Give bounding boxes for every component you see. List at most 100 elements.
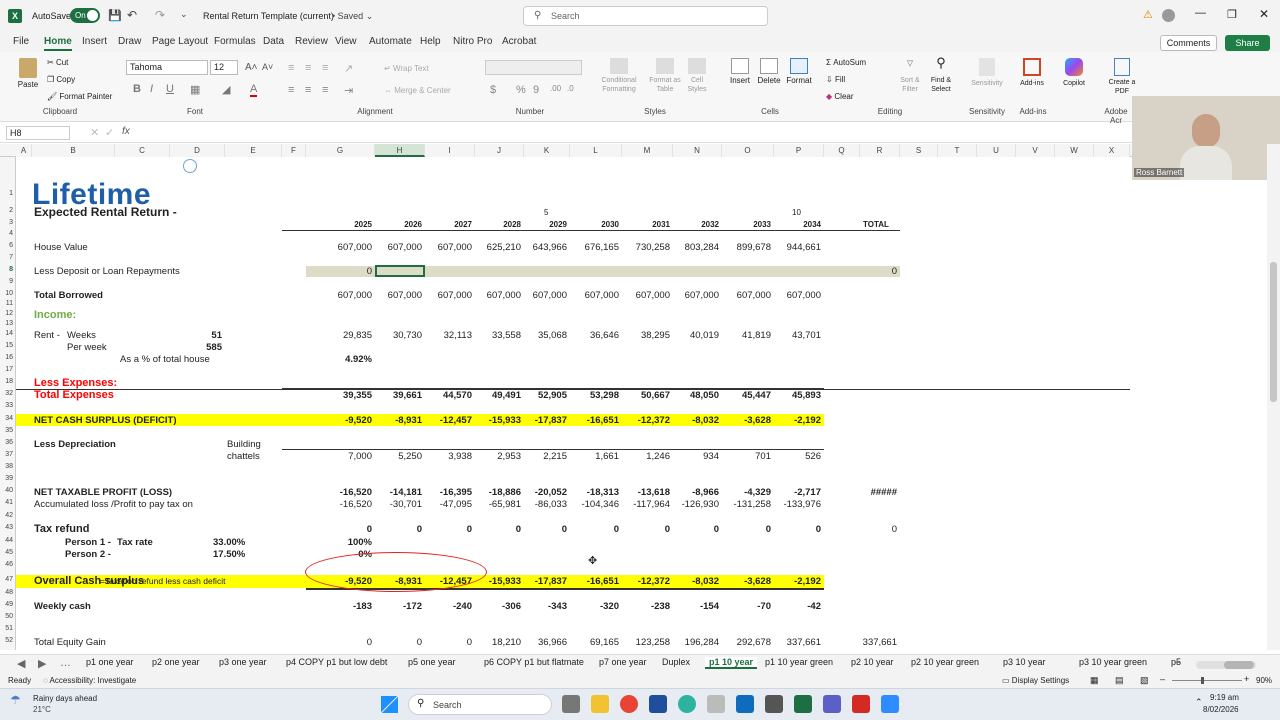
sheet-title[interactable]: Expected Rental Return -	[34, 205, 177, 219]
sensitivity-button[interactable]: Sensitivity	[967, 58, 1007, 87]
insert-cells-button[interactable]: Insert	[726, 58, 754, 85]
tab-view[interactable]: View	[335, 32, 357, 51]
per-week-value[interactable]: 585	[130, 342, 222, 353]
accessibility-status[interactable]: ◌ Accessibility: Investigate	[43, 676, 136, 685]
acrobat-icon[interactable]	[852, 695, 870, 713]
horizontal-scroll-thumb[interactable]	[1224, 661, 1254, 669]
cell-p43[interactable]: 0	[734, 524, 821, 535]
worksheet-grid[interactable]: ABCDEFGHIJKLMNOPQRSTUVWX 1 2 3 4 6 7 8 9 10 11 12 1…	[0, 144, 1266, 650]
depreciation-label[interactable]: Less Depreciation	[34, 439, 116, 450]
rent-label[interactable]: Rent -	[34, 330, 60, 341]
cell-p40[interactable]: -2,717	[734, 487, 821, 498]
indent-icon[interactable]: ⇥	[344, 84, 353, 97]
cell-p41[interactable]: -133,976	[734, 499, 821, 510]
pct-house-label[interactable]: As a % of total house	[120, 354, 210, 365]
tab-automate[interactable]: Automate	[369, 32, 412, 51]
name-box[interactable]: H8	[6, 126, 70, 140]
increase-font-icon[interactable]: A˄	[245, 62, 258, 73]
comments-button[interactable]: Comments	[1160, 35, 1217, 51]
cell-p37[interactable]: 526	[734, 451, 821, 462]
taskbar-search[interactable]: ⚲ Search	[408, 694, 552, 715]
net-cash-label[interactable]: NET CASH SURPLUS (DEFICIT)	[34, 415, 177, 426]
chrome-icon[interactable]	[620, 695, 638, 713]
restore-icon[interactable]: ❐	[1227, 8, 1237, 21]
wrap-text-button[interactable]: ↵ Wrap Text	[384, 64, 429, 73]
tab-file[interactable]: File	[13, 32, 29, 51]
year-header-p[interactable]: 2034	[734, 219, 821, 230]
decrease-font-icon[interactable]: A˅	[262, 62, 273, 72]
cell-p34[interactable]: -2,192	[734, 415, 821, 426]
equity-label[interactable]: Total Equity Gain	[34, 637, 106, 648]
task-view-icon[interactable]	[562, 695, 580, 713]
sheet-tab[interactable]: p4 COPY p1 but low debt	[282, 657, 391, 667]
tab-draw[interactable]: Draw	[118, 32, 141, 51]
zoom-slider-thumb[interactable]	[1201, 677, 1204, 684]
horizontal-scrollbar[interactable]	[1196, 661, 1256, 669]
conditional-formatting-button[interactable]: Conditional Formatting	[594, 58, 644, 94]
page-layout-view-icon[interactable]: ▤	[1115, 675, 1124, 686]
cells-area[interactable]: Lifetime Expected Rental Return -5 10 2025 2…	[0, 144, 1266, 650]
sheet-tab[interactable]: p1 one year	[82, 657, 138, 667]
total-borrowed-label[interactable]: Total Borrowed	[34, 290, 103, 301]
person1-share[interactable]: 100%	[266, 537, 372, 548]
person2-label[interactable]: Person 2 -	[65, 549, 111, 560]
confirm-entry-icon[interactable]: ✓	[105, 126, 114, 139]
normal-view-icon[interactable]: ▦	[1090, 675, 1099, 686]
font-color-icon[interactable]: A	[250, 83, 258, 97]
warning-icon[interactable]: ⚠	[1143, 8, 1153, 21]
cut-button[interactable]: ✂ Cut	[47, 58, 68, 67]
clear-button[interactable]: ◆ Clear	[826, 92, 854, 101]
sheet-tab[interactable]: p2 one year	[148, 657, 204, 667]
tab-formulas[interactable]: Formulas	[214, 32, 256, 51]
close-icon[interactable]: ✕	[1259, 7, 1269, 21]
display-settings-button[interactable]: ▭ Display Settings	[1002, 676, 1069, 685]
fill-button[interactable]: ⇩ Fill	[826, 75, 845, 84]
format-as-table-button[interactable]: Format as Table	[645, 58, 685, 94]
cell-p32[interactable]: 45,893	[734, 390, 821, 401]
cell-r52[interactable]: 337,661	[820, 637, 897, 648]
tab-acrobat[interactable]: Acrobat	[502, 32, 536, 51]
more-sheets-icon[interactable]: …	[60, 657, 71, 669]
tax-rate-label[interactable]: Tax rate	[117, 537, 153, 548]
active-cell-h8[interactable]	[375, 265, 425, 277]
merge-center-button[interactable]: ⇔ Merge & Center	[384, 86, 451, 95]
cell-styles-button[interactable]: Cell Styles	[682, 58, 712, 94]
align-right-icon[interactable]: ≡	[322, 84, 328, 96]
tab-page-layout[interactable]: Page Layout	[152, 32, 208, 51]
vertical-scroll-thumb[interactable]	[1270, 262, 1277, 402]
minimize-icon[interactable]: —	[1195, 7, 1206, 19]
align-center-icon[interactable]: ≡	[305, 84, 311, 96]
copy-button[interactable]: ❐ Copy	[47, 75, 75, 84]
clock-date[interactable]: 8/02/2026	[1203, 705, 1239, 714]
cell-r8[interactable]: 0	[820, 266, 897, 277]
saved-status[interactable]: • Saved ⌄	[332, 11, 373, 22]
addins-button[interactable]: Add-ins	[1014, 58, 1050, 87]
zoom-out-icon[interactable]: –	[1160, 674, 1165, 684]
total-expenses-label[interactable]: Total Expenses	[34, 389, 114, 401]
align-left-icon[interactable]: ≡	[288, 84, 294, 96]
cancel-entry-icon[interactable]: ✕	[90, 126, 99, 139]
zoom-slider[interactable]	[1172, 677, 1242, 684]
qat-customize-icon[interactable]: ⌄	[180, 9, 188, 20]
currency-icon[interactable]: $	[490, 84, 496, 96]
autosum-button[interactable]: Σ AutoSum	[826, 58, 866, 67]
comma-icon[interactable]: 9	[533, 84, 539, 96]
cell-r43[interactable]: 0	[820, 524, 897, 535]
percent-icon[interactable]: %	[516, 84, 526, 96]
sheet-tab[interactable]: p2 10 year	[847, 657, 898, 667]
weather-text[interactable]: Rainy days ahead	[33, 694, 97, 703]
sheet-tab[interactable]: p7 one year	[595, 657, 651, 667]
cell-p47[interactable]: -2,192	[734, 576, 821, 587]
excel-taskbar-icon[interactable]	[794, 695, 812, 713]
tab-home[interactable]: Home	[44, 32, 72, 51]
taxable-label[interactable]: NET TAXABLE PROFIT (LOSS)	[34, 487, 172, 498]
cell-g8[interactable]: 0	[266, 266, 372, 277]
decrease-decimal-icon[interactable]: .0	[567, 84, 574, 93]
person1-label[interactable]: Person 1 -	[65, 537, 111, 548]
orientation-icon[interactable]: ↗	[344, 62, 353, 75]
income-heading[interactable]: Income:	[34, 309, 76, 321]
year-marker-5[interactable]: 5	[544, 207, 548, 218]
tab-nitro-pro[interactable]: Nitro Pro	[453, 32, 492, 51]
align-top-icon[interactable]: ≡	[288, 62, 294, 74]
copilot-button[interactable]: Copilot	[1056, 58, 1092, 87]
